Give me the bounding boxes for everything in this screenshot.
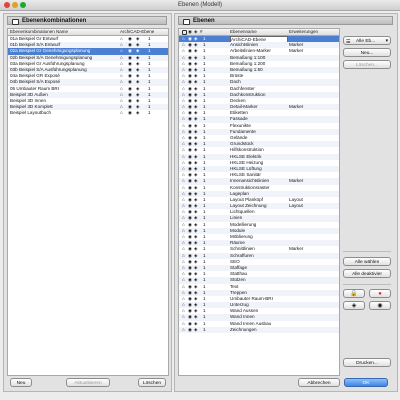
number-column-icon: #	[200, 29, 203, 34]
panel-title: Ebenenkombinationen	[22, 18, 87, 24]
color-toggle-button[interactable]: ●	[369, 289, 391, 298]
combination-name: Beispiel Layoutbuch	[10, 110, 52, 116]
deactivate-all-button[interactable]: Alle deaktivier	[343, 269, 391, 278]
layer-number: 1	[148, 110, 151, 116]
layers-header[interactable]: Ebenen	[178, 16, 393, 25]
layer-name-header[interactable]: Ebenenname	[230, 29, 257, 35]
table-row[interactable]: ⌂ ◉ ◈ 1 Zeichnungen	[179, 326, 339, 333]
lock-toggle-button[interactable]: 🔒	[343, 289, 365, 298]
filter-value: Alle Eb...	[356, 39, 376, 44]
layers-dialog: Ebenen (Modell) Ebenenkombinationen Eben…	[0, 0, 400, 400]
column-name-header[interactable]: Ebenenkombinationen Name	[10, 29, 68, 35]
print-button[interactable]: Drucken...	[343, 358, 391, 367]
disclosure-icon	[12, 19, 19, 25]
list-item[interactable]: Beispiel Layoutbuch ⌂ ◉ ◈ 1	[8, 110, 168, 116]
panel-title: Ebenen	[193, 18, 215, 24]
wireframe-icon[interactable]: ◈	[194, 327, 198, 333]
new-layer-button[interactable]: Neu...	[343, 48, 391, 57]
extensions-header[interactable]: Erweiterungen	[289, 29, 318, 35]
layer-filter-select[interactable]: ☰ Alle Eb... ▾	[343, 36, 391, 45]
wireframe-icon: ◈	[351, 303, 357, 309]
new-combination-button[interactable]: Neu	[10, 378, 32, 387]
layers-panel: Ebenen ◉ ◈ # Ebenenname Erweiterungen ⌂ ◉…	[174, 13, 398, 392]
disclosure-icon	[183, 19, 190, 25]
layer-icon: ⌂	[120, 110, 123, 116]
lock-column-icon	[182, 30, 187, 35]
divider	[343, 251, 391, 252]
eye-icon[interactable]: ◉	[188, 327, 192, 333]
title-bar: Ebenen (Modell)	[0, 0, 400, 11]
layers-column-header: ◉ ◈ # Ebenenname Erweiterungen	[179, 29, 339, 36]
filter-icon: ☰	[346, 40, 351, 45]
eye-icon: ◉	[377, 303, 383, 309]
combinations-list[interactable]: Ebenenkombinationen Name ArchiCAD-Ebene …	[7, 28, 169, 376]
layer-combinations-panel: Ebenenkombinationen Ebenenkombinationen …	[3, 13, 172, 392]
combinations-column-header: Ebenenkombinationen Name ArchiCAD-Ebene	[8, 29, 168, 36]
delete-layer-button[interactable]: Löschen...	[343, 60, 391, 69]
delete-combination-button[interactable]: Löschen	[138, 378, 166, 387]
column-archicad-header[interactable]: ArchiCAD-Ebene	[120, 29, 154, 35]
layer-name: Zeichnungen	[230, 326, 257, 332]
wire-column-icon: ◈	[194, 29, 198, 34]
cancel-button[interactable]: Abbrechen	[298, 378, 340, 387]
lock-icon[interactable]: ⌂	[182, 327, 185, 333]
wireframe-toggle-button[interactable]: ◈	[343, 301, 365, 310]
wireframe-icon: ◈	[136, 110, 140, 116]
zoom-window-button[interactable]	[20, 2, 26, 8]
circle-icon: ●	[378, 291, 382, 297]
ok-button[interactable]: OK	[344, 378, 388, 387]
window-title: Ebenen (Modell)	[177, 2, 223, 8]
visibility-toggle-button[interactable]: ◉	[369, 301, 391, 310]
chevron-down-icon: ▾	[385, 39, 388, 44]
update-combination-button[interactable]: Aktualisieren	[66, 378, 110, 387]
eye-icon: ◉	[128, 110, 133, 116]
layer-combinations-header[interactable]: Ebenenkombinationen	[7, 16, 167, 25]
lock-icon: 🔒	[350, 291, 358, 297]
layers-list[interactable]: ◉ ◈ # Ebenenname Erweiterungen ⌂ ◉ ◈ 1 Archi…	[178, 28, 340, 376]
divider	[343, 284, 391, 285]
eye-column-icon: ◉	[188, 29, 192, 34]
close-window-button[interactable]	[4, 2, 10, 8]
select-all-button[interactable]: Alle wählen	[343, 257, 391, 266]
layer-number: 1	[203, 326, 206, 332]
minimize-window-button[interactable]	[12, 2, 18, 8]
